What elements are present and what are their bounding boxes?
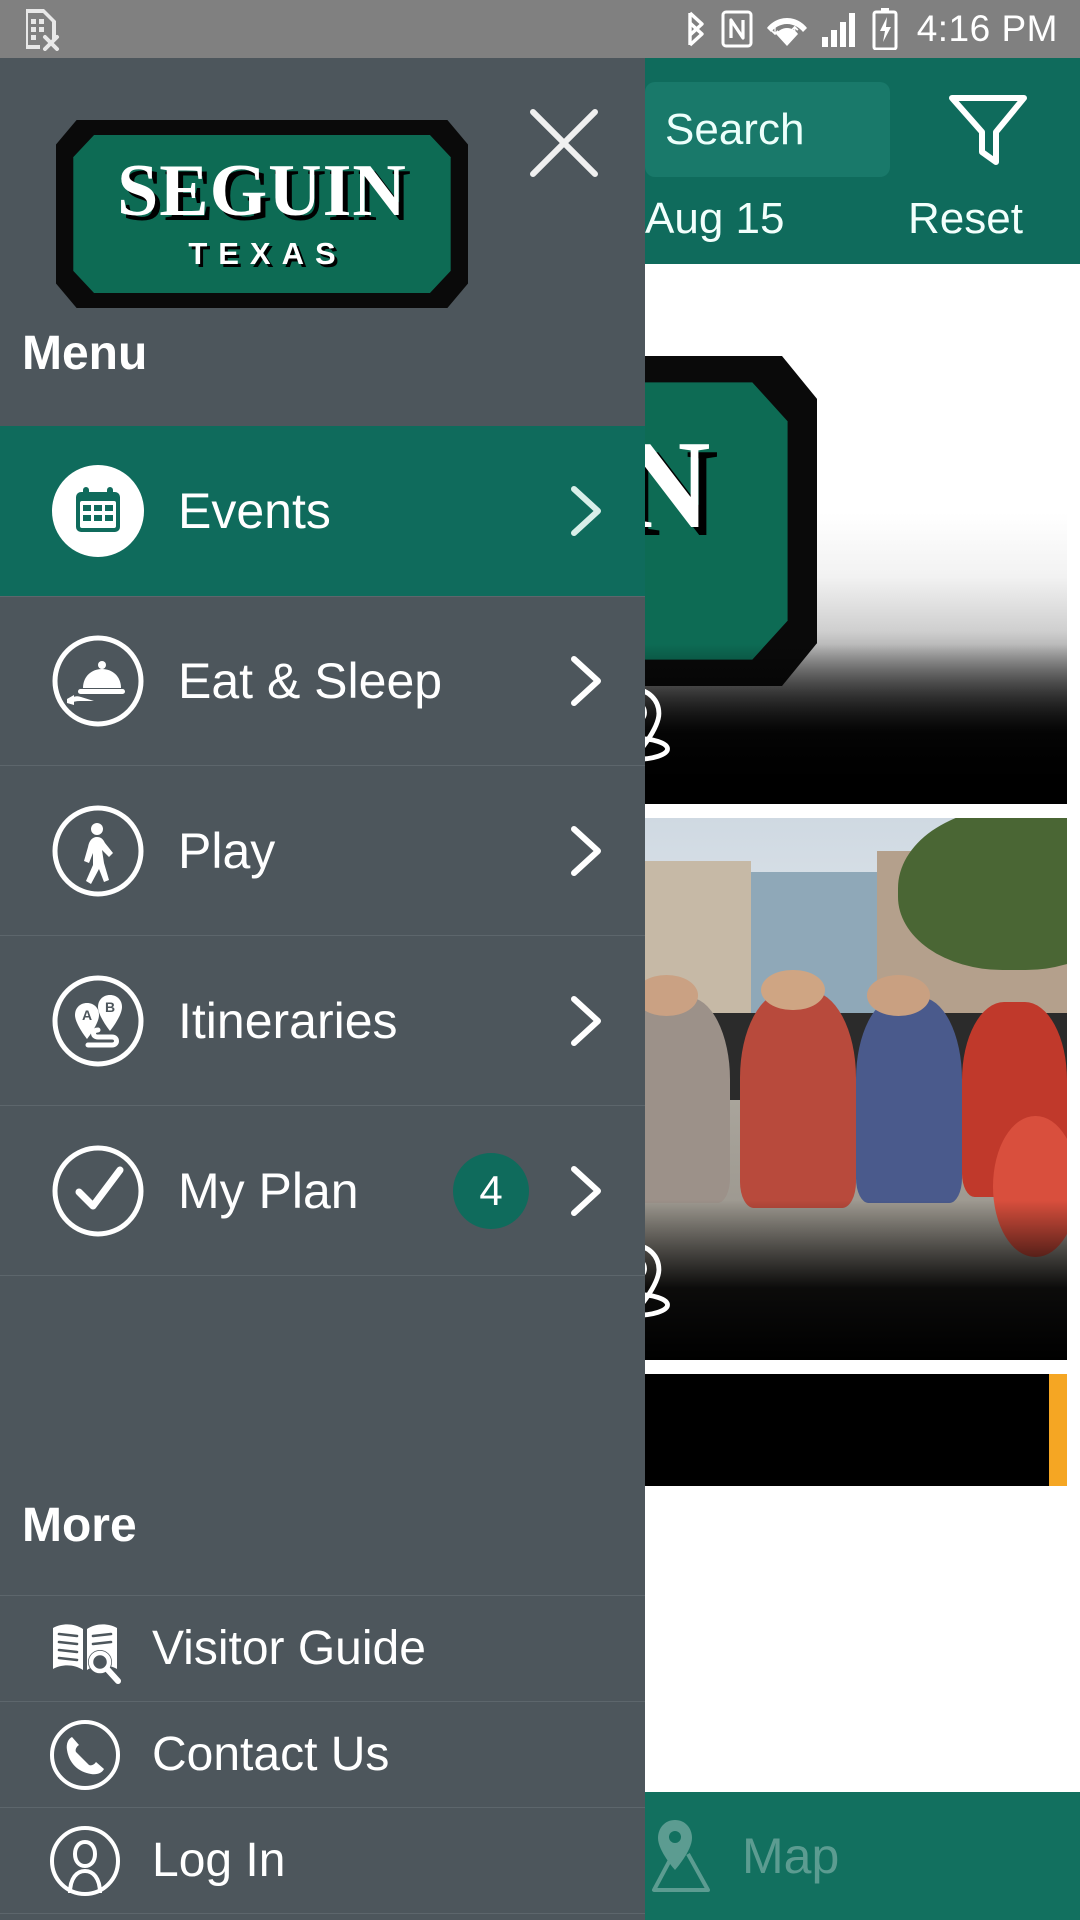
navigation-drawer: SEGUIN TEXAS Menu Events Eat & Sleep Pla… <box>0 58 645 1920</box>
check-circle-icon <box>50 1143 146 1239</box>
close-drawer-button[interactable] <box>521 100 607 186</box>
sidebar-item-visitor-guide[interactable]: Visitor Guide <box>0 1595 645 1702</box>
logo-subtitle: TEXAS <box>188 236 347 272</box>
status-bar-left <box>22 7 60 51</box>
calendar-icon <box>50 463 146 559</box>
sidebar-item-contact-us[interactable]: Contact Us <box>0 1701 645 1808</box>
card-accent-strip <box>1049 1374 1067 1486</box>
sidebar-item-play[interactable]: Play <box>0 766 645 936</box>
nfc-icon <box>721 10 753 48</box>
svg-text:B: B <box>105 999 115 1015</box>
walking-person-icon <box>50 803 146 899</box>
person-circle-icon <box>48 1824 122 1898</box>
phone-circle-icon <box>48 1718 122 1792</box>
status-bar-clock: 4:16 PM <box>916 8 1058 49</box>
search-input[interactable]: Search <box>645 82 890 177</box>
bluetooth-icon <box>688 11 704 47</box>
close-icon <box>530 109 598 177</box>
sim-card-error-icon <box>26 9 59 51</box>
sidebar-item-events[interactable]: Events <box>0 426 645 596</box>
sidebar-item-label: My Plan <box>178 1162 359 1219</box>
logo-title: SEGUIN <box>117 149 407 232</box>
app-screen: 4:16 PM Search Aug 15 Reset Map SEGUIN T… <box>0 0 1080 1920</box>
route-pins-icon: A B <box>50 973 146 1069</box>
sidebar-item-my-plan[interactable]: My Plan 4 <box>0 1106 645 1276</box>
sidebar-item-label: Log In <box>152 1834 286 1887</box>
my-plan-count-badge: 4 <box>453 1152 529 1229</box>
sidebar-item-itineraries[interactable]: A B Itineraries <box>0 936 645 1106</box>
cellular-signal-icon <box>821 13 855 47</box>
svg-text:A: A <box>82 1007 92 1023</box>
chevron-right-icon <box>563 993 609 1049</box>
sidebar-item-log-in[interactable]: Log In <box>0 1807 645 1914</box>
map-pin-terrain-icon <box>652 1820 710 1892</box>
status-bar: 4:16 PM <box>0 0 1080 58</box>
search-placeholder: Search <box>665 104 805 154</box>
map-tab-label: Map <box>742 1828 840 1884</box>
room-service-icon <box>50 633 146 729</box>
wifi-icon <box>766 18 807 46</box>
sidebar-item-label: Visitor Guide <box>152 1622 426 1675</box>
chevron-right-icon <box>563 823 609 879</box>
app-logo: SEGUIN TEXAS <box>56 120 468 308</box>
sidebar-item-label: Eat & Sleep <box>178 653 443 709</box>
sidebar-item-label: Events <box>178 482 331 539</box>
filter-funnel-icon <box>949 94 1027 165</box>
menu-heading: Menu <box>22 327 148 380</box>
filter-button[interactable] <box>944 88 1032 173</box>
chevron-right-icon <box>563 483 609 539</box>
battery-charging-icon <box>872 8 898 50</box>
date-filter-button[interactable]: Aug 15 <box>645 194 784 244</box>
drawer-menu-list: Events Eat & Sleep Play A B Itineraries … <box>0 426 645 1914</box>
drawer-header: SEGUIN TEXAS Menu <box>0 58 645 426</box>
sidebar-item-label: Itineraries <box>178 992 398 1049</box>
status-bar-right: 4:16 PM <box>682 0 1058 58</box>
chevron-right-icon <box>563 1163 609 1219</box>
sidebar-item-label: Play <box>178 822 276 879</box>
sidebar-item-eat-and-sleep[interactable]: Eat & Sleep <box>0 596 645 766</box>
sidebar-item-label: Contact Us <box>152 1728 390 1781</box>
drawer-spacer <box>0 1276 645 1454</box>
chevron-right-icon <box>563 653 609 709</box>
book-search-icon <box>48 1612 122 1686</box>
more-heading: More <box>22 1499 137 1552</box>
reset-button[interactable]: Reset <box>908 194 1023 244</box>
